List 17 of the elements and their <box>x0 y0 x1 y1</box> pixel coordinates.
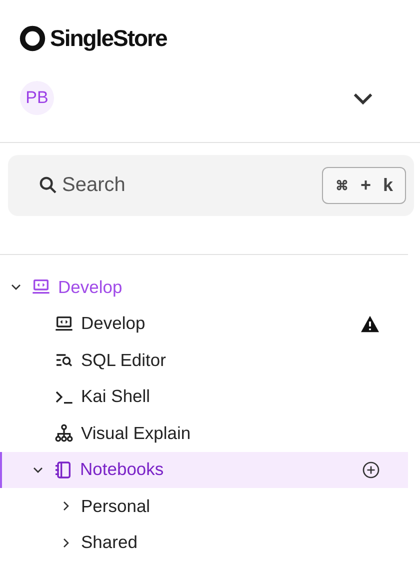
nav-item[interactable]: Visual Explain <box>0 415 408 452</box>
nav-section[interactable]: Develop <box>0 269 408 306</box>
add-icon[interactable] <box>362 460 380 479</box>
chevron-down-icon[interactable] <box>352 91 374 105</box>
nav-item[interactable]: SQL Editor <box>0 342 408 378</box>
logo-text: SingleStore <box>50 24 167 52</box>
keyboard-shortcut: ⌘ + k <box>322 167 406 204</box>
user-avatar[interactable]: PB <box>20 81 54 115</box>
search-icon <box>38 175 58 195</box>
nav-item[interactable]: Shared <box>0 524 408 561</box>
notebook-icon <box>53 460 73 480</box>
hierarchy-icon <box>54 423 74 444</box>
nav-item[interactable]: Kai Shell <box>0 378 408 415</box>
nav-item[interactable]: Develop <box>0 306 408 342</box>
logo-icon <box>19 24 46 52</box>
nav-item[interactable]: Personal <box>0 488 408 524</box>
nav-item[interactable]: Notebooks <box>0 452 408 488</box>
